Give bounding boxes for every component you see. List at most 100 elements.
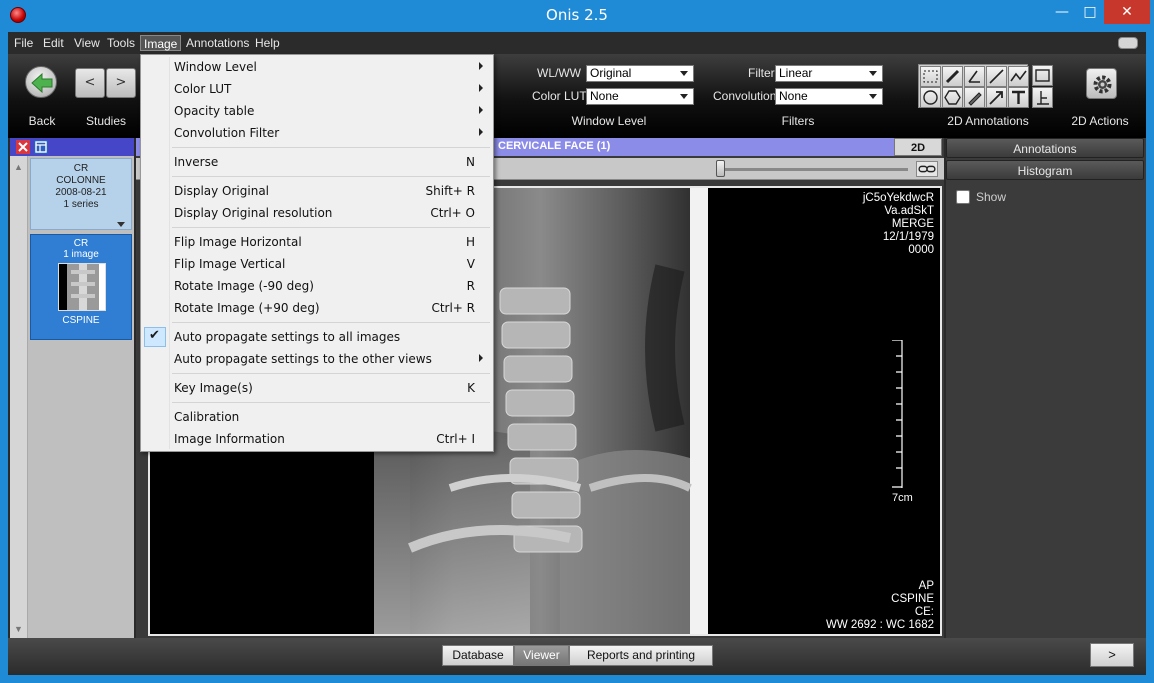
- tab-histogram[interactable]: Histogram: [946, 160, 1144, 180]
- close-icon[interactable]: [16, 140, 30, 154]
- scroll-up-icon[interactable]: ▲: [14, 162, 23, 172]
- reports-tab-button[interactable]: Reports and printing: [569, 645, 713, 666]
- menu-item-color-lut[interactable]: Color LUT: [141, 78, 493, 100]
- overlay-institution: MERGE: [891, 218, 934, 230]
- arrow-tool[interactable]: [986, 87, 1007, 108]
- back-button[interactable]: [25, 66, 57, 98]
- menu-item-shortcut: N: [466, 155, 475, 169]
- image-slider-track[interactable]: [722, 168, 908, 171]
- menu-file[interactable]: File: [11, 35, 36, 51]
- checkmark-glyph: ✔: [149, 328, 160, 343]
- wlww-value: Original: [590, 66, 632, 80]
- menu-separator: [172, 147, 490, 148]
- ruler-tool[interactable]: [942, 66, 963, 87]
- database-tab-button[interactable]: Database: [442, 645, 514, 666]
- menu-item-flip-horizontal[interactable]: Flip Image Horizontal H: [141, 231, 493, 253]
- colorlut-select[interactable]: None: [586, 88, 694, 105]
- menu-item-auto-propagate-other-views[interactable]: Auto propagate settings to the other vie…: [141, 348, 493, 370]
- show-histogram-checkbox[interactable]: [956, 190, 970, 204]
- chevron-down-icon[interactable]: [117, 222, 125, 227]
- link-icon[interactable]: [916, 161, 938, 177]
- menu-help[interactable]: Help: [252, 35, 283, 51]
- next-page-button[interactable]: >: [1090, 643, 1134, 667]
- chevron-down-icon: [680, 71, 688, 76]
- pencil-icon: [968, 92, 982, 106]
- menu-item-label: Rotate Image (+90 deg): [174, 301, 320, 315]
- menu-item-label: Image Information: [174, 432, 285, 446]
- text-tool[interactable]: [1008, 87, 1029, 108]
- window-level-group-label: Window Level: [571, 114, 647, 128]
- close-button[interactable]: ✕: [1104, 0, 1150, 24]
- rectangle-icon: [1035, 69, 1050, 82]
- annotation-tool-palette: [918, 64, 1029, 108]
- overlay-body-part: CSPINE: [891, 593, 934, 605]
- menu-tools[interactable]: Tools: [104, 35, 138, 51]
- filter-select[interactable]: Linear: [775, 65, 883, 82]
- cobb-angle-tool[interactable]: [1032, 87, 1053, 108]
- angle-tool[interactable]: [964, 66, 985, 87]
- filter-value: Linear: [779, 66, 813, 80]
- menu-item-display-original-resolution[interactable]: Display Original resolution Ctrl+ O: [141, 202, 493, 224]
- ellipse-tool[interactable]: [920, 87, 941, 108]
- menu-item-calibration[interactable]: Calibration: [141, 406, 493, 428]
- series-item-cspine[interactable]: CR 1 image CSPINE: [30, 234, 132, 340]
- freehand-tool[interactable]: [964, 87, 985, 108]
- viewer-tab-button[interactable]: Viewer: [514, 645, 569, 666]
- next-study-button[interactable]: >: [106, 68, 136, 98]
- menu-item-inverse[interactable]: Inverse N: [141, 151, 493, 173]
- chevron-down-icon: [680, 94, 688, 99]
- menu-item-label: Window Level: [174, 60, 257, 74]
- menu-item-display-original[interactable]: Display Original Shift+ R: [141, 180, 493, 202]
- image-slider-thumb[interactable]: [716, 160, 725, 177]
- tab-annotations[interactable]: Annotations: [946, 138, 1144, 158]
- minimize-button[interactable]: —: [1048, 0, 1076, 24]
- scroll-down-icon[interactable]: ▼: [14, 624, 23, 634]
- menu-item-flip-vertical[interactable]: Flip Image Vertical V: [141, 253, 493, 275]
- rect-select-tool[interactable]: [920, 66, 941, 87]
- series-scrollbar[interactable]: ▲ ▼: [10, 156, 28, 638]
- menu-item-convolution-filter[interactable]: Convolution Filter: [141, 122, 493, 144]
- menu-item-shortcut: H: [465, 235, 475, 249]
- menu-item-auto-propagate-all[interactable]: ✔ Auto propagate settings to all images: [141, 326, 493, 348]
- series-item-colonne[interactable]: CR COLONNE 2008-08-21 1 series: [30, 158, 132, 230]
- menu-item-image-information[interactable]: Image Information Ctrl+ I: [141, 428, 493, 450]
- menu-item-key-images[interactable]: Key Image(s) K: [141, 377, 493, 399]
- line-icon: [989, 69, 1004, 84]
- convolution-select[interactable]: None: [775, 88, 883, 105]
- menu-item-rotate-minus-90[interactable]: Rotate Image (-90 deg) R: [141, 275, 493, 297]
- menu-item-label: Rotate Image (-90 deg): [174, 279, 314, 293]
- menu-item-shortcut: K: [467, 381, 475, 395]
- polygon-tool[interactable]: [942, 87, 963, 108]
- menu-annotations[interactable]: Annotations: [183, 35, 252, 51]
- menu-image[interactable]: Image: [140, 35, 182, 51]
- menu-item-rotate-plus-90[interactable]: Rotate Image (+90 deg) Ctrl+ R: [141, 297, 493, 319]
- line-tool[interactable]: [986, 66, 1007, 87]
- chevron-down-icon: [869, 94, 877, 99]
- back-label: Back: [28, 114, 56, 128]
- settings-button[interactable]: [1086, 68, 1117, 99]
- menu-item-opacity-table[interactable]: Opacity table: [141, 100, 493, 122]
- wlww-select[interactable]: Original: [586, 65, 694, 82]
- menu-item-label: Auto propagate settings to the other vie…: [174, 352, 432, 366]
- menubar-collapse-button[interactable]: [1118, 37, 1138, 49]
- menu-view[interactable]: View: [71, 35, 103, 51]
- viewer-title: CERVICALE FACE (1): [498, 140, 611, 152]
- menu-item-window-level[interactable]: Window Level: [141, 56, 493, 78]
- layout-icon[interactable]: [34, 140, 48, 154]
- overlay-patient-name: Va.adSkT: [884, 205, 934, 217]
- prev-study-button[interactable]: <: [75, 68, 105, 98]
- polyline-tool[interactable]: [1008, 66, 1029, 87]
- rectangle-tool[interactable]: [1032, 65, 1053, 86]
- text-icon: [1012, 90, 1025, 104]
- menu-item-shortcut: V: [466, 257, 475, 271]
- series-panel: ▲ ▼ CR COLONNE 2008-08-21 1 series CR 1 …: [10, 138, 134, 638]
- actions-group-label: 2D Actions: [1071, 114, 1129, 128]
- menu-separator: [172, 373, 490, 374]
- overlay-window-level: WW 2692 : WC 1682: [825, 619, 934, 631]
- menu-edit[interactable]: Edit: [40, 35, 67, 51]
- menu-item-shortcut: Ctrl+ R: [431, 301, 475, 315]
- menu-separator: [172, 402, 490, 403]
- mode-2d-button[interactable]: 2D: [894, 138, 942, 156]
- maximize-button[interactable]: □: [1076, 0, 1104, 24]
- menu-separator: [172, 176, 490, 177]
